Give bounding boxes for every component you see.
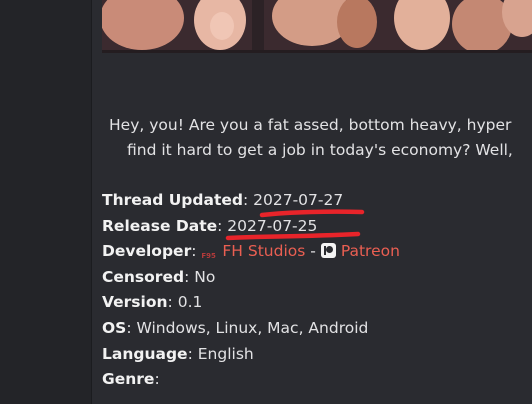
language-value: English <box>197 344 254 363</box>
banner-artwork <box>102 0 532 53</box>
game-metadata: Thread Updated: 2027-07-27 Release Date:… <box>102 188 400 393</box>
thread-updated-value: 2027-07-27 <box>253 191 344 209</box>
censored-value: No <box>194 267 216 286</box>
os-value: Windows, Linux, Mac, Android <box>136 318 369 337</box>
release-date-row: Release Date: 2027-07-25 <box>102 214 400 240</box>
colon: : <box>126 318 132 337</box>
developer-label: Developer <box>102 242 192 261</box>
os-row: OS: Windows, Linux, Mac, Android <box>102 316 400 342</box>
version-row: Version: 0.1 <box>102 290 400 316</box>
colon: : <box>184 267 190 286</box>
colon: : <box>154 370 160 389</box>
version-value: 0.1 <box>177 293 203 312</box>
developer-separator: - <box>310 242 316 261</box>
left-sidebar <box>0 0 92 404</box>
censored-label: Censored <box>102 267 185 286</box>
language-row: Language: English <box>102 342 400 368</box>
colon: : <box>191 242 197 261</box>
language-label: Language <box>102 344 188 363</box>
developer-link[interactable]: FH Studios <box>222 242 305 260</box>
patreon-link[interactable]: Patreon <box>341 242 400 260</box>
release-date-value: 2027-07-25 <box>227 216 318 235</box>
censored-row: Censored: No <box>102 265 400 291</box>
genre-label: Genre <box>102 370 155 389</box>
release-date-label: Release Date <box>102 216 218 235</box>
version-label: Version <box>102 293 168 312</box>
intro-line-2: find it hard to get a job in today's eco… <box>127 141 513 159</box>
colon: : <box>217 216 223 235</box>
colon: : <box>167 293 173 312</box>
patreon-icon <box>320 243 336 259</box>
thread-updated-label: Thread Updated <box>102 191 243 209</box>
genre-row: Genre: <box>102 367 400 393</box>
post-body: Hey, you! Are you a fat assed, bottom he… <box>92 0 532 404</box>
colon: : <box>242 191 249 209</box>
banner-image[interactable] <box>102 0 532 53</box>
colon: : <box>187 344 193 363</box>
thread-updated-row: Thread Updated: 2027-07-27 <box>102 188 400 214</box>
intro-line-1: Hey, you! Are you a fat assed, bottom he… <box>109 116 512 134</box>
developer-row: Developer: F95 FH Studios - Patreon <box>102 239 400 265</box>
os-label: OS <box>102 318 127 337</box>
